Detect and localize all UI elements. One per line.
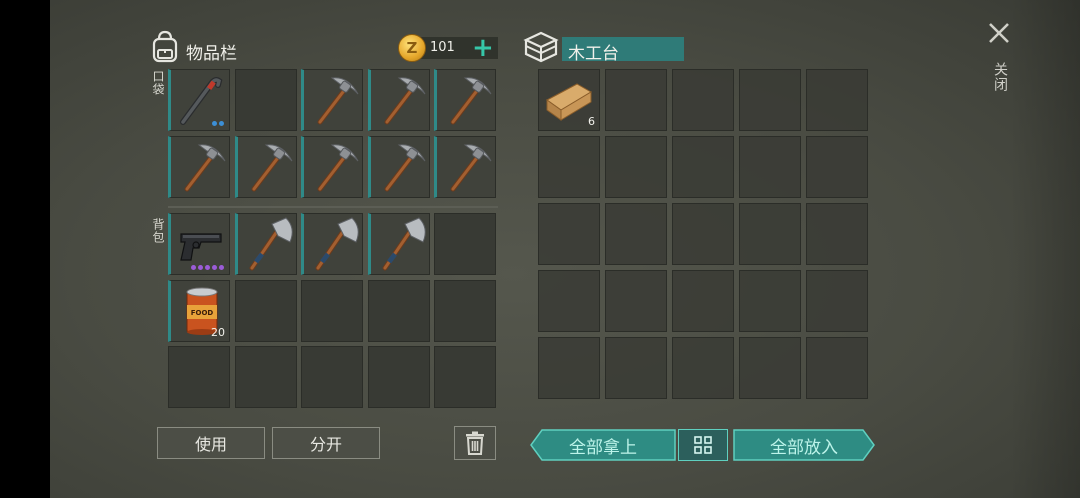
- coin-amount: 101: [430, 40, 455, 55]
- backpack-slot[interactable]: [168, 346, 230, 408]
- pocket-slot[interactable]: [168, 69, 230, 131]
- station-slot[interactable]: [538, 136, 600, 198]
- use-button[interactable]: 使用: [157, 427, 265, 459]
- item-count: 6: [588, 115, 595, 128]
- station-slot[interactable]: [672, 136, 734, 198]
- grid-sort-icon: [694, 436, 712, 454]
- section-divider: [168, 206, 498, 208]
- trash-button[interactable]: [454, 426, 496, 460]
- durability-dot: [219, 121, 224, 126]
- pocket-slot[interactable]: [434, 135, 499, 199]
- put-all-label: 全部放入: [770, 437, 838, 458]
- station-slot[interactable]: [739, 136, 801, 198]
- durability-dot: [191, 265, 196, 270]
- pickaxe-icon: [371, 70, 433, 132]
- station-title: 木工台: [568, 44, 619, 64]
- station-slot[interactable]: [672, 337, 734, 399]
- backpack-slot[interactable]: [234, 279, 297, 342]
- crate-icon: [522, 31, 560, 63]
- backpack-slot[interactable]: [434, 213, 496, 275]
- station-slot[interactable]: [605, 270, 667, 332]
- pocket-slot[interactable]: [301, 69, 363, 131]
- backpack-slot[interactable]: [367, 213, 433, 276]
- durability-dot: [212, 265, 217, 270]
- durability-dot: [205, 265, 210, 270]
- pocket-slot[interactable]: [367, 69, 433, 132]
- durability-dots: [191, 265, 224, 270]
- pickaxe-icon: [171, 137, 233, 199]
- trash-icon: [466, 431, 484, 455]
- backpack-label: 背包: [151, 218, 165, 244]
- station-slot[interactable]: [605, 203, 667, 265]
- hatchet-icon: [304, 214, 366, 276]
- pickaxe-icon: [304, 137, 366, 199]
- pickaxe-icon: [437, 137, 499, 199]
- close-button[interactable]: [987, 21, 1011, 51]
- station-slot[interactable]: [806, 270, 868, 332]
- station-slot[interactable]: [538, 203, 600, 265]
- durability-dot: [212, 121, 217, 126]
- station-slot[interactable]: [739, 69, 801, 131]
- pocket-slot[interactable]: [301, 135, 366, 199]
- coin-icon: Z: [398, 34, 426, 62]
- backpack-slot[interactable]: [301, 213, 363, 275]
- pickaxe-icon: [371, 137, 433, 199]
- buy-coins-button[interactable]: +: [472, 35, 494, 61]
- split-button[interactable]: 分开: [272, 427, 380, 459]
- sort-button[interactable]: [678, 429, 728, 461]
- durability-dots: [212, 121, 224, 126]
- durability-dot: [219, 265, 224, 270]
- pocket-label: 口袋: [151, 70, 165, 96]
- svg-text:FOOD: FOOD: [191, 309, 214, 317]
- station-slot[interactable]: [605, 136, 667, 198]
- station-slot[interactable]: [806, 136, 868, 198]
- close-label: 关闭: [992, 62, 1008, 92]
- station-slot[interactable]: [538, 270, 600, 332]
- take-all-button[interactable]: 全部拿上: [530, 429, 676, 461]
- durability-dot: [198, 265, 203, 270]
- station-slot[interactable]: [806, 203, 868, 265]
- hatchet-icon: [238, 214, 300, 276]
- pocket-slot[interactable]: [367, 135, 433, 199]
- inventory-title: 物品栏: [186, 44, 237, 64]
- backpack-slot[interactable]: [367, 346, 430, 408]
- pocket-slot[interactable]: [234, 69, 297, 131]
- backpack-slot[interactable]: [234, 346, 297, 408]
- station-slot[interactable]: [605, 337, 667, 399]
- pickaxe-icon: [437, 70, 499, 132]
- panel-shade: [1010, 0, 1080, 498]
- station-slot[interactable]: [806, 69, 868, 131]
- backpack-slot[interactable]: [168, 213, 230, 275]
- backpack-slot[interactable]: [301, 346, 363, 408]
- station-slot[interactable]: [739, 203, 801, 265]
- station-slot[interactable]: [672, 203, 734, 265]
- backpack-slot[interactable]: [234, 213, 300, 276]
- station-slot[interactable]: [806, 337, 868, 399]
- station-slot[interactable]: [605, 69, 667, 131]
- station-slot[interactable]: [739, 270, 801, 332]
- pocket-slot[interactable]: [434, 69, 496, 131]
- take-all-label: 全部拿上: [569, 437, 637, 458]
- backpack-slot[interactable]: FOOD 20: [168, 279, 230, 342]
- backpack-slot[interactable]: [434, 279, 496, 342]
- backpack-slot[interactable]: [367, 279, 430, 342]
- close-icon: [989, 23, 1009, 43]
- backpack-icon: [150, 30, 180, 64]
- pocket-slot[interactable]: [168, 135, 233, 199]
- pocket-slot[interactable]: [234, 135, 300, 199]
- backpack-slot[interactable]: [301, 279, 363, 342]
- pickaxe-icon: [238, 137, 300, 199]
- station-slot[interactable]: 6: [538, 69, 600, 131]
- hatchet-icon: [371, 214, 433, 276]
- pickaxe-icon: [304, 70, 366, 132]
- station-slot[interactable]: [672, 69, 734, 131]
- backpack-slot[interactable]: [434, 346, 496, 408]
- station-slot[interactable]: [739, 337, 801, 399]
- station-slot[interactable]: [538, 337, 600, 399]
- put-all-button[interactable]: 全部放入: [733, 429, 875, 461]
- item-count: 20: [211, 325, 225, 339]
- station-slot[interactable]: [672, 270, 734, 332]
